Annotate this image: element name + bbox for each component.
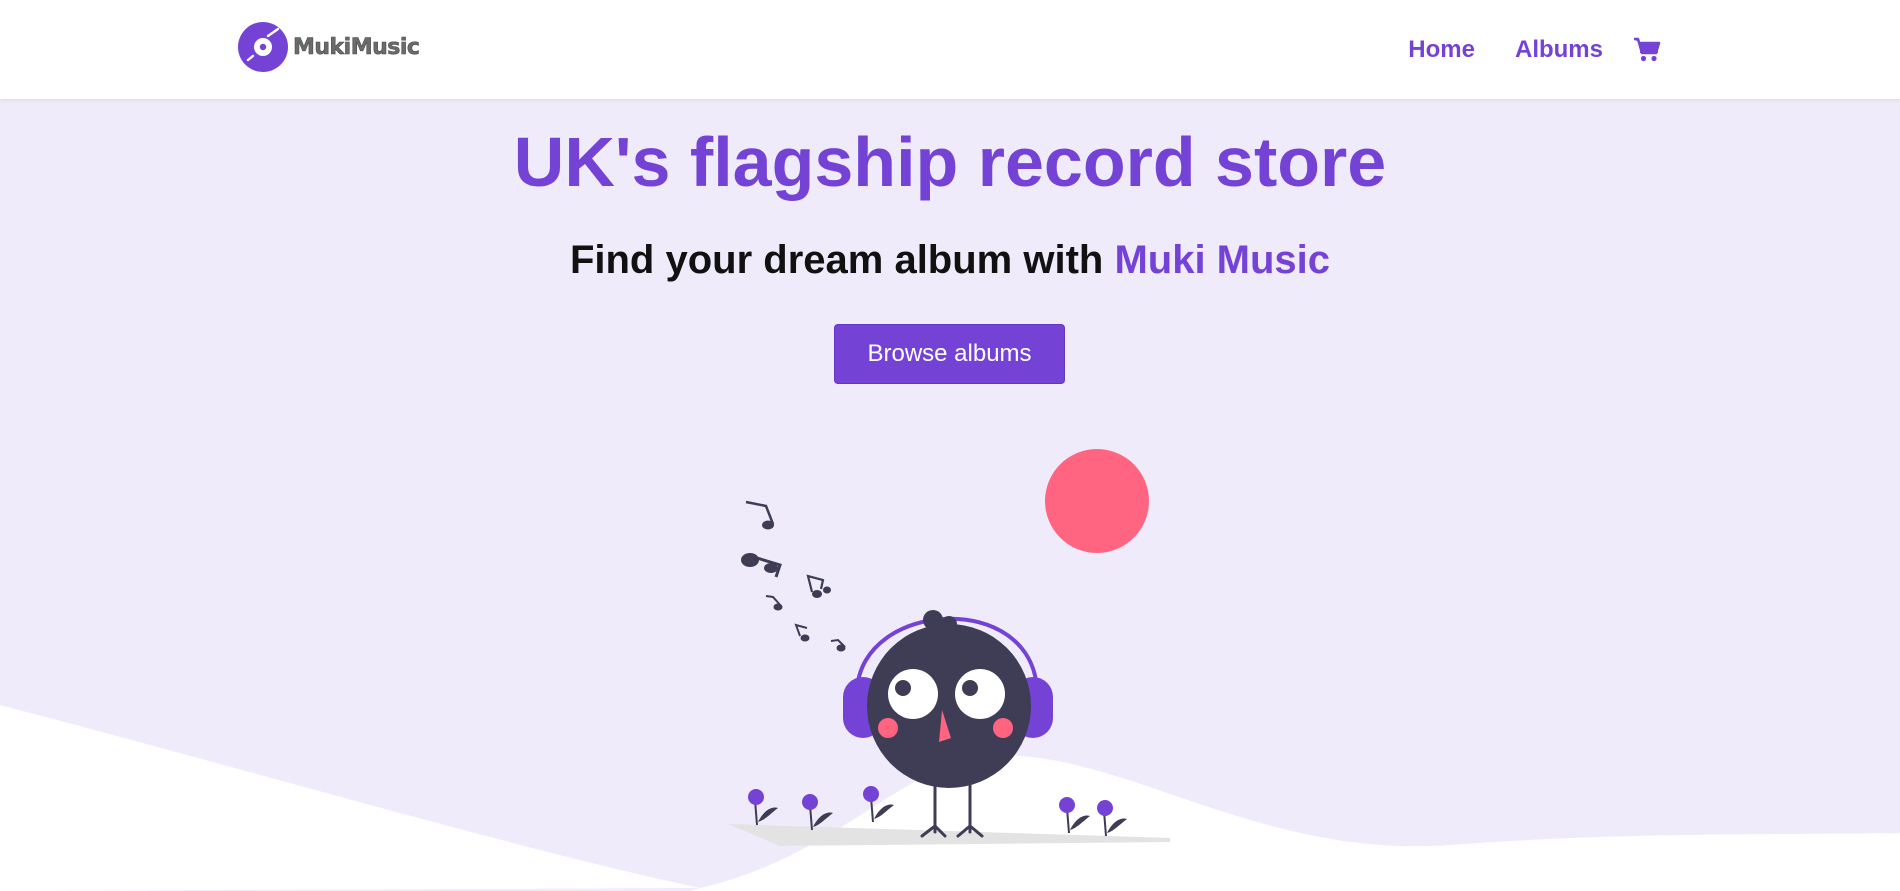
music-notes-icon [741,500,846,652]
nav-home-link[interactable]: Home [1408,36,1475,64]
nav-albums-link[interactable]: Albums [1515,36,1603,64]
page: MukiMusic Home Albums UK's flagship reco… [0,0,1900,891]
hero-subtitle-brand: Muki Music [1114,238,1331,282]
browse-albums-button[interactable]: Browse albums [834,324,1065,384]
logo-link[interactable]: MukiMusic [238,22,421,72]
vinyl-record-icon [238,22,288,72]
shopping-cart-icon[interactable] [1633,37,1661,63]
sun-icon [1045,449,1149,553]
main-nav: Home Albums [1368,28,1661,72]
hero-title: UK's flagship record store [513,123,1387,201]
bird-icon [843,610,1053,838]
hero-subtitle-text: Find your dream album with [569,238,1115,282]
brand-name: MukiMusic [293,34,421,60]
hero-subtitle: Find your dream album with Muki Music [0,234,1900,286]
ground-shadow [728,824,1170,846]
site-header: MukiMusic Home Albums [0,0,1900,99]
